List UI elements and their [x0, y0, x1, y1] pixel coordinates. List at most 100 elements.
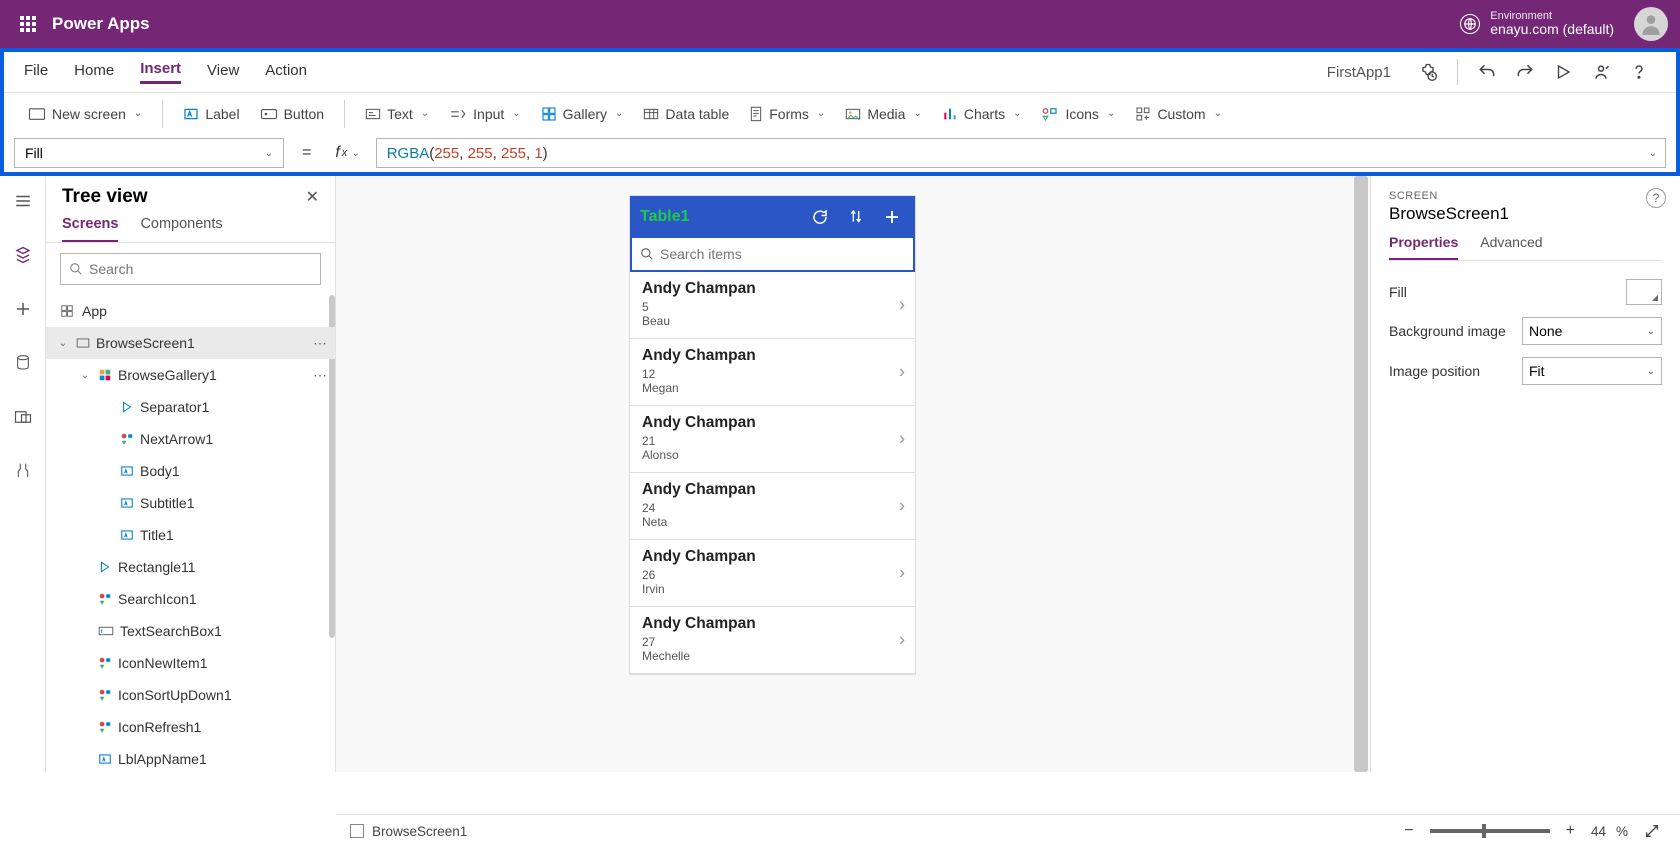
preview-title: Table1: [640, 208, 797, 226]
new-screen-label: New screen: [52, 106, 126, 122]
forms-dropdown[interactable]: Forms⌄: [739, 100, 835, 128]
share-icon[interactable]: [1584, 55, 1618, 89]
rail-hamburger-icon[interactable]: [8, 186, 38, 216]
preview-search[interactable]: [630, 238, 915, 272]
expand-formula-icon[interactable]: ⌄: [1649, 148, 1657, 159]
tree-search-input[interactable]: [89, 261, 312, 277]
icons-label: Icons: [1065, 106, 1098, 122]
avatar[interactable]: [1634, 7, 1668, 41]
imgpos-select[interactable]: Fit⌄: [1522, 357, 1662, 385]
close-icon[interactable]: ✕: [306, 187, 319, 207]
zoom-slider[interactable]: [1430, 829, 1550, 833]
gallery-item[interactable]: Andy Champan21Alonso›: [630, 406, 915, 473]
text-label: Text: [387, 106, 413, 122]
tree-item-rectangle11[interactable]: Rectangle11: [46, 551, 335, 583]
tree-item-separator1[interactable]: Separator1: [46, 391, 335, 423]
fx-button[interactable]: fx⌄: [329, 144, 365, 162]
tree-item-lblappname1[interactable]: LblAppName1: [46, 743, 335, 772]
play-icon[interactable]: [1546, 55, 1580, 89]
gallery-item[interactable]: Andy Champan5Beau›: [630, 272, 915, 339]
tree-item-title1[interactable]: Title1: [46, 519, 335, 551]
tree-app-label: App: [82, 303, 107, 319]
property-dropdown[interactable]: Fill ⌄: [14, 138, 284, 168]
custom-dropdown[interactable]: Custom⌄: [1125, 100, 1232, 128]
menu-home[interactable]: Home: [74, 62, 114, 83]
tree-item-iconsortupdown1[interactable]: IconSortUpDown1: [46, 679, 335, 711]
tree-item-subtitle1[interactable]: Subtitle1: [46, 487, 335, 519]
gallery-item[interactable]: Andy Champan12Megan›: [630, 339, 915, 406]
waffle-icon[interactable]: [12, 8, 44, 40]
text-dropdown[interactable]: Text⌄: [355, 100, 439, 128]
preview-search-input[interactable]: [660, 246, 905, 262]
tree-item-nextarrow1[interactable]: NextArrow1: [46, 423, 335, 455]
tree-item-body1[interactable]: Body1: [46, 455, 335, 487]
formula-input[interactable]: RGBA(255, 255, 255, 1) ⌄: [376, 138, 1666, 168]
rail-tools-icon[interactable]: [8, 456, 38, 486]
forms-label: Forms: [769, 106, 809, 122]
formula-bar: Fill ⌄ = fx⌄ RGBA(255, 255, 255, 1) ⌄: [4, 134, 1676, 172]
menu-file[interactable]: File: [24, 62, 48, 83]
menu-insert[interactable]: Insert: [140, 60, 181, 84]
tab-advanced[interactable]: Advanced: [1480, 234, 1542, 260]
app-name[interactable]: FirstApp1: [1327, 64, 1391, 81]
environment-picker[interactable]: Environment enayu.com (default): [1460, 10, 1614, 37]
gallery-dropdown[interactable]: Gallery⌄: [531, 100, 634, 128]
tree-item-browsescreen1[interactable]: ⌄BrowseScreen1⋯: [46, 327, 335, 359]
label-button[interactable]: Label: [173, 100, 249, 128]
charts-dropdown[interactable]: Charts⌄: [932, 100, 1032, 128]
button-button[interactable]: Button: [250, 100, 334, 128]
input-label: Input: [473, 106, 504, 122]
icons-dropdown[interactable]: Icons⌄: [1031, 100, 1125, 128]
rail-add-icon[interactable]: [8, 294, 38, 324]
canvas[interactable]: Table1 Andy Champan5Beau›Andy Champan12M…: [336, 176, 1370, 772]
screen-checkbox[interactable]: [350, 824, 364, 838]
zoom-in-button[interactable]: +: [1560, 822, 1581, 840]
tree-item-textsearchbox1[interactable]: TextSearchBox1: [46, 615, 335, 647]
status-bar: BrowseScreen1 − + 44 %: [336, 814, 1680, 847]
insert-ribbon: New screen⌄ Label Button Text⌄ Input⌄ Ga…: [4, 92, 1676, 134]
redo-icon[interactable]: [1508, 55, 1542, 89]
tree-item-searchicon1[interactable]: SearchIcon1: [46, 583, 335, 615]
tree-item-iconrefresh1[interactable]: IconRefresh1: [46, 711, 335, 743]
panel-help-icon[interactable]: ?: [1646, 188, 1666, 208]
gallery-item[interactable]: Andy Champan24Neta›: [630, 473, 915, 540]
zoom-value: 44: [1591, 824, 1606, 839]
tree-item-browsegallery1[interactable]: ⌄BrowseGallery1⋯: [46, 359, 335, 391]
zoom-out-button[interactable]: −: [1398, 822, 1419, 840]
rail-tree-icon[interactable]: [8, 240, 38, 270]
input-dropdown[interactable]: Input⌄: [439, 100, 531, 128]
tree-app-node[interactable]: App: [46, 295, 335, 327]
new-screen-button[interactable]: New screen⌄: [18, 100, 152, 128]
formula-fn: RGBA: [387, 145, 430, 162]
gallery-label: Gallery: [563, 106, 607, 122]
canvas-scrollbar[interactable]: [1354, 176, 1368, 772]
fill-color-picker[interactable]: ◢: [1626, 279, 1662, 305]
refresh-icon[interactable]: [807, 204, 833, 230]
environment-label: Environment: [1490, 10, 1614, 22]
undo-icon[interactable]: [1470, 55, 1504, 89]
tab-screens[interactable]: Screens: [62, 216, 118, 242]
add-icon[interactable]: [879, 204, 905, 230]
fit-screen-icon[interactable]: [1638, 823, 1666, 839]
help-icon[interactable]: [1622, 55, 1656, 89]
rail-data-icon[interactable]: [8, 348, 38, 378]
app-header: Power Apps Environment enayu.com (defaul…: [0, 0, 1680, 48]
bgimage-select[interactable]: None⌄: [1522, 317, 1662, 345]
rail-media-icon[interactable]: [8, 402, 38, 432]
menu-action[interactable]: Action: [265, 62, 307, 83]
environment-value: enayu.com (default): [1490, 22, 1614, 37]
gallery-item[interactable]: Andy Champan26Irvin›: [630, 540, 915, 607]
gallery-item[interactable]: Andy Champan27Mechelle›: [630, 607, 915, 674]
datatable-button[interactable]: Data table: [633, 100, 739, 128]
media-dropdown[interactable]: Media⌄: [835, 100, 932, 128]
tab-properties[interactable]: Properties: [1389, 234, 1458, 260]
menu-view[interactable]: View: [207, 62, 239, 83]
tree-item-iconnewitem1[interactable]: IconNewItem1: [46, 647, 335, 679]
status-screen-name: BrowseScreen1: [372, 824, 467, 839]
brand-title: Power Apps: [52, 14, 150, 34]
tree-search[interactable]: [60, 253, 321, 285]
sort-icon[interactable]: [843, 204, 869, 230]
tab-components[interactable]: Components: [140, 216, 222, 242]
app-checker-icon[interactable]: [1411, 55, 1445, 89]
screen-label: SCREEN: [1389, 190, 1662, 202]
